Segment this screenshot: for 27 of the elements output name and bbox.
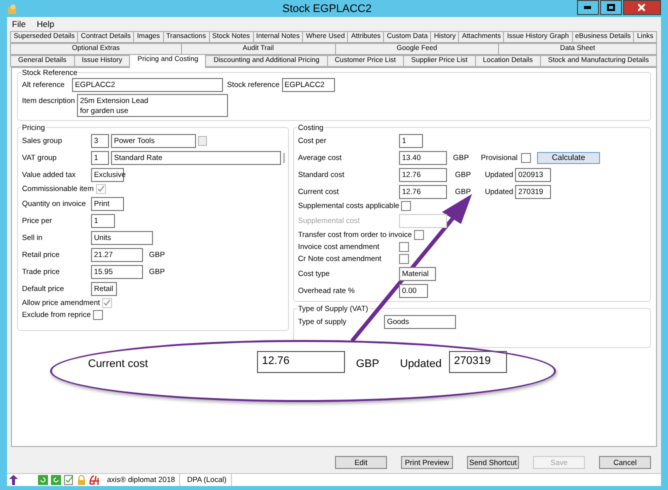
app-icon [7,4,17,15]
up-arrow-icon [9,475,18,485]
checkbox[interactable] [520,152,531,162]
checkmark-icon [96,185,105,193]
menu-item[interactable]: Help [34,19,56,29]
maximize-button[interactable] [600,0,622,15]
checkbox[interactable] [399,242,409,252]
field-label: Updated [400,358,442,371]
close-button[interactable] [622,0,661,15]
maximize-icon [606,4,615,11]
minimize-button[interactable] [576,0,599,15]
minimize-icon [584,6,592,9]
currency-label: GBP [356,358,380,371]
menu-item[interactable]: File [10,19,28,29]
checkbox[interactable] [92,310,103,320]
window-title: Stock EGPLACC2 [281,2,372,14]
calculate-button[interactable]: Calculate [536,152,600,164]
checkbox[interactable] [399,254,409,264]
checkbox[interactable] [414,230,424,240]
field-label: Current cost [88,358,148,371]
date-field: 270319 [449,351,507,373]
close-icon [638,4,646,11]
checkmark-icon [102,299,111,307]
text-field[interactable] [399,214,447,228]
64-bit-icon [89,475,100,485]
checkbox[interactable] [401,201,412,211]
padlock-icon [77,475,86,485]
